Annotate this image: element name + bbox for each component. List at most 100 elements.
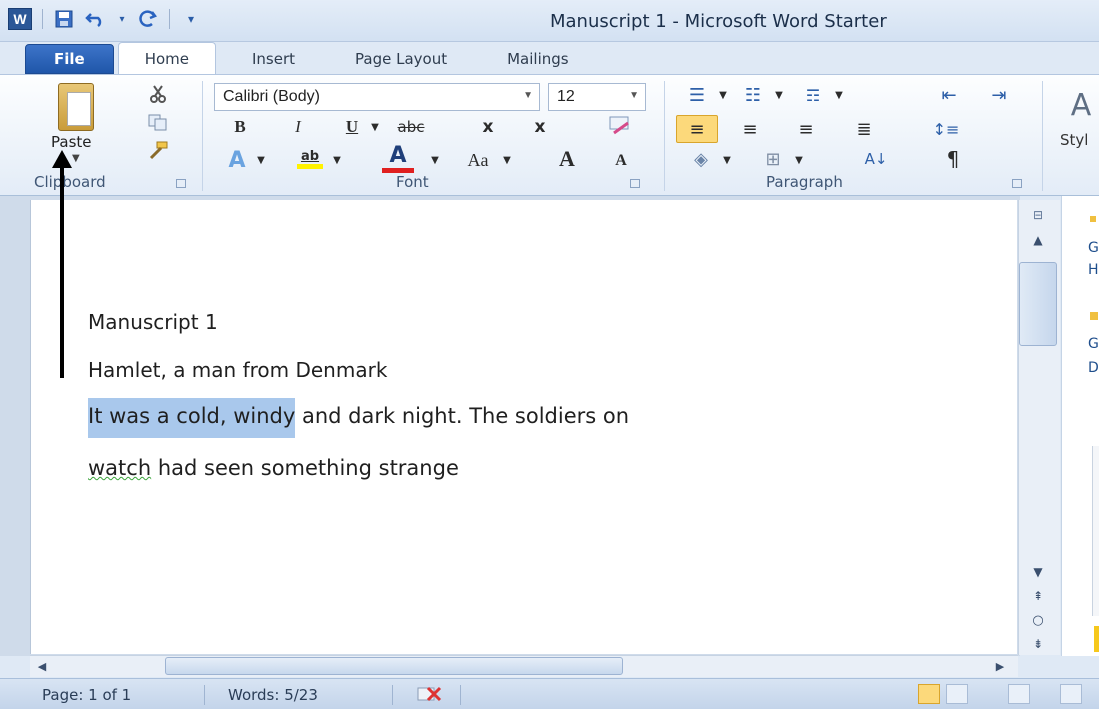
- side-pane-letter[interactable]: D: [1088, 360, 1099, 376]
- align-right-button[interactable]: ≡: [790, 115, 822, 143]
- document-paragraph-line-2[interactable]: watch had seen something strange: [88, 456, 459, 480]
- superscript-button[interactable]: x: [526, 115, 554, 139]
- status-separator: [392, 685, 393, 705]
- copy-icon[interactable]: [144, 111, 172, 133]
- side-pane-marker: [1090, 312, 1098, 320]
- justify-button[interactable]: ≣: [848, 115, 880, 143]
- customize-qat-icon[interactable]: ▾: [180, 9, 202, 29]
- multilevel-list-dropdown-icon[interactable]: ▼: [832, 83, 846, 107]
- full-screen-view-button[interactable]: [946, 684, 968, 704]
- styles-button-label[interactable]: Styl: [1060, 129, 1099, 151]
- shading-icon[interactable]: ◈: [684, 145, 718, 173]
- scroll-up-icon[interactable]: ▲: [1024, 230, 1052, 250]
- styles-gallery-icon[interactable]: A: [1066, 85, 1096, 125]
- print-layout-view-button[interactable]: [918, 684, 940, 704]
- tab-mailings[interactable]: Mailings: [495, 44, 580, 74]
- grow-font-button[interactable]: A: [552, 145, 582, 173]
- font-name-dropdown[interactable]: Calibri (Body) ▼: [214, 83, 540, 111]
- paste-dropdown-icon[interactable]: ▼: [72, 153, 80, 164]
- change-case-button[interactable]: Aa: [458, 147, 498, 173]
- multilevel-list-icon[interactable]: ☶: [796, 83, 830, 107]
- format-painter-icon[interactable]: [144, 139, 172, 161]
- ruler-toggle-icon[interactable]: ⊟: [1024, 204, 1052, 226]
- shrink-font-button[interactable]: A: [608, 149, 634, 173]
- clipboard-dialog-launcher-icon[interactable]: [176, 179, 186, 188]
- word-logo-icon[interactable]: W: [8, 8, 32, 30]
- show-formatting-marks-button[interactable]: ¶: [938, 145, 968, 173]
- paragraph-group-label: Paragraph: [766, 173, 843, 191]
- document-paragraph-line-1[interactable]: It was a cold, windy and dark night. The…: [88, 398, 630, 438]
- borders-dropdown-icon[interactable]: ▼: [792, 147, 806, 173]
- word-count-status[interactable]: Words: 5/23: [228, 686, 318, 704]
- borders-icon[interactable]: ⊞: [756, 145, 790, 173]
- document-title-line[interactable]: Manuscript 1: [88, 310, 218, 334]
- paste-clipboard-icon[interactable]: [58, 83, 94, 131]
- italic-button[interactable]: I: [284, 115, 312, 139]
- align-left-button[interactable]: ≡: [676, 115, 718, 143]
- clipboard-group-label: Clipboard: [34, 173, 106, 191]
- bullets-icon[interactable]: ☰: [680, 83, 714, 107]
- status-separator: [460, 685, 461, 705]
- line-spacing-icon[interactable]: ↕≡: [926, 115, 966, 143]
- underline-button[interactable]: U: [338, 115, 366, 139]
- horizontal-scroll-thumb[interactable]: [165, 657, 623, 675]
- clear-formatting-icon[interactable]: [604, 113, 636, 139]
- page-count-status[interactable]: Page: 1 of 1: [42, 686, 131, 704]
- side-pane: G H G D: [1061, 196, 1099, 656]
- paragraph-dialog-launcher-icon[interactable]: [1012, 179, 1022, 188]
- highlight-button[interactable]: ab: [292, 145, 328, 173]
- next-page-icon[interactable]: ⇟: [1024, 634, 1052, 654]
- paragraph-text: and dark night. The soldiers on: [295, 404, 630, 428]
- tab-home[interactable]: Home: [117, 42, 216, 74]
- font-color-button[interactable]: A: [378, 143, 418, 173]
- cut-icon[interactable]: [144, 83, 172, 105]
- qat-separator: [169, 9, 170, 29]
- group-separator: [202, 81, 203, 191]
- decrease-indent-icon[interactable]: ⇤: [934, 83, 964, 107]
- sort-icon[interactable]: A↓: [856, 145, 896, 173]
- chevron-down-icon: ▼: [523, 90, 533, 101]
- change-case-dropdown-icon[interactable]: ▼: [500, 147, 514, 173]
- save-icon[interactable]: [53, 9, 75, 29]
- font-size-dropdown[interactable]: 12 ▼: [548, 83, 646, 111]
- tab-file[interactable]: File: [25, 44, 114, 74]
- selected-text[interactable]: It was a cold, windy: [88, 398, 296, 438]
- increase-indent-icon[interactable]: ⇥: [984, 83, 1014, 107]
- bold-button[interactable]: B: [226, 115, 254, 139]
- undo-dropdown-icon[interactable]: ▾: [117, 9, 127, 29]
- redo-icon[interactable]: [137, 9, 159, 29]
- numbering-dropdown-icon[interactable]: ▼: [772, 83, 786, 107]
- numbering-icon[interactable]: ☷: [736, 83, 770, 107]
- web-layout-view-button[interactable]: [1008, 684, 1030, 704]
- draft-view-button[interactable]: [1060, 684, 1082, 704]
- paste-button-label[interactable]: Paste: [51, 133, 92, 151]
- vertical-scroll-thumb[interactable]: [1019, 262, 1057, 346]
- side-pane-letter[interactable]: G: [1088, 240, 1099, 256]
- align-center-button[interactable]: ≡: [734, 115, 766, 143]
- bullets-dropdown-icon[interactable]: ▼: [716, 83, 730, 107]
- side-pane-letter[interactable]: G: [1088, 336, 1099, 352]
- shading-dropdown-icon[interactable]: ▼: [720, 147, 734, 173]
- proofing-status-icon[interactable]: [414, 682, 444, 706]
- side-pane-letter[interactable]: H: [1088, 262, 1099, 278]
- font-color-dropdown-icon[interactable]: ▼: [428, 147, 442, 173]
- subscript-button[interactable]: x: [474, 115, 502, 139]
- group-separator: [1042, 81, 1043, 191]
- scroll-left-icon[interactable]: ◀: [32, 657, 52, 675]
- previous-page-icon[interactable]: ⇞: [1024, 586, 1052, 606]
- text-effects-dropdown-icon[interactable]: ▼: [254, 147, 268, 173]
- document-subtitle-line[interactable]: Hamlet, a man from Denmark: [88, 358, 387, 382]
- scroll-down-icon[interactable]: ▼: [1024, 562, 1052, 582]
- tab-insert[interactable]: Insert: [240, 44, 307, 74]
- highlight-dropdown-icon[interactable]: ▼: [330, 147, 344, 173]
- strikethrough-button[interactable]: abc: [386, 115, 436, 139]
- font-dialog-launcher-icon[interactable]: [630, 179, 640, 188]
- spelling-flagged-word[interactable]: watch: [88, 456, 151, 480]
- highlight-color-bar: [297, 164, 323, 169]
- scroll-right-icon[interactable]: ▶: [990, 657, 1010, 675]
- underline-dropdown-icon[interactable]: ▼: [368, 115, 382, 139]
- browse-object-icon[interactable]: ○: [1024, 610, 1052, 630]
- tab-page-layout[interactable]: Page Layout: [343, 44, 459, 74]
- undo-icon[interactable]: [85, 9, 107, 29]
- text-effects-icon[interactable]: A: [222, 147, 252, 173]
